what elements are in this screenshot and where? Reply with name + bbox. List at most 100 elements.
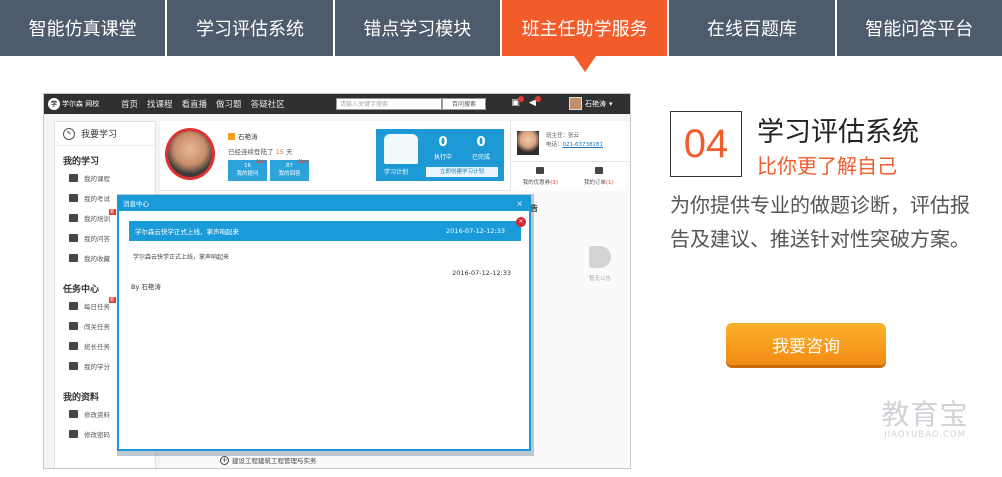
sidebar-item-label: 我的课程 [84, 175, 110, 183]
notification-dot [535, 96, 541, 102]
course-link-label: 建设工程建筑工程管理与实务 [232, 457, 317, 465]
monitor-icon [69, 174, 78, 182]
head-teacher-phone: 电话：021-63738281 [546, 140, 603, 148]
message-body: 学尔森云快学正式上线，掌声响起来 [133, 254, 230, 261]
plan-in-progress-label: 执行中 [433, 154, 452, 161]
tab-learning-assessment[interactable]: 学习评估系统 [167, 0, 335, 56]
tab-error-point-module[interactable]: 错点学习模块 [334, 0, 502, 56]
plus-circle-icon: + [220, 455, 229, 465]
site-search-button[interactable]: 百问搜索 [442, 98, 486, 110]
sidebar-item-label: 修改密码 [84, 431, 110, 439]
nav-qa-community[interactable]: 答疑社区 [251, 98, 285, 110]
close-icon[interactable]: × [516, 199, 523, 208]
message-header[interactable]: 学尔森云快学正式上线，掌声响起来 2016-07-12-12:33 ✕ [129, 217, 526, 241]
calendar-icon [69, 342, 78, 350]
megaphone-icon [589, 246, 611, 268]
modal-title: 消息中心 [123, 200, 149, 208]
tab-smart-simulation-class[interactable]: 智能仿真课堂 [0, 0, 168, 56]
stat-label: 我的回答 [278, 171, 301, 177]
vip-badge-icon [228, 132, 235, 140]
clipboard-icon [69, 194, 78, 202]
nav-exercises[interactable]: 做习题 [216, 98, 242, 110]
user-menu[interactable]: 石艳涛 ▾ [569, 97, 613, 110]
login-suffix: 天 [285, 148, 293, 156]
notice-empty-text: 暂无公告 [588, 276, 611, 282]
login-prefix: 已经连续登陆了 [228, 148, 274, 156]
stat-label: 我的提问 [236, 171, 259, 177]
sidebar-item-label: 我的问答 [84, 235, 110, 243]
notice-empty-state: 暂无公告 [580, 246, 620, 282]
calendar-icon[interactable]: ▣ [510, 96, 524, 109]
watermark-subtitle: JIAOYUBAO.COM [884, 430, 966, 440]
logo-text: 学尔森 网校 [62, 99, 100, 108]
sidebar-item-label: 闯关任务 [84, 323, 110, 331]
tab-smart-qa-platform[interactable]: 智能问答平台 [836, 0, 1002, 56]
dismiss-message-icon[interactable]: ✕ [516, 217, 526, 227]
study-plan-label: 学习计划 [384, 169, 409, 176]
phone-link[interactable]: 021-63738281 [563, 142, 603, 148]
my-coupons-link[interactable]: 我的优惠券(3) [511, 162, 570, 191]
head-teacher-name: 班主任：张云 [546, 133, 580, 139]
message-item: 学尔森云快学正式上线，掌声响起来 2016-07-12-12:33 ✕ 学尔森云… [129, 217, 526, 301]
modal-title-bar: 消息中心 × [119, 197, 529, 211]
consult-button[interactable]: 我要咨询 [726, 323, 886, 365]
new-badge: 新 [109, 297, 116, 303]
coupons-count: (3) [550, 180, 558, 186]
nav-icon-group: ▣ ◀ [510, 96, 541, 109]
my-orders-link[interactable]: 我的订单(1) [570, 162, 629, 191]
tab-online-question-bank[interactable]: 在线百题库 [669, 0, 837, 56]
phone-label: 电话： [546, 142, 563, 148]
head-teacher-panel: 班主任：张云 电话：021-63738281 我的优惠券(3) 我的订单(1) [510, 121, 628, 191]
notification-dot [518, 96, 524, 102]
dropbox-icon [69, 362, 78, 370]
message-author: By 石艳涛 [131, 283, 161, 291]
plan-done-label: 已完成 [471, 154, 490, 161]
sidebar-item-label: 班长任务 [84, 343, 110, 351]
sidebar-section-title: 我的学习 [63, 157, 100, 167]
logo-mark-icon: 学 [48, 98, 60, 110]
nav-live[interactable]: 看直播 [182, 98, 208, 110]
user-avatar [165, 128, 215, 180]
folder-icon [69, 254, 78, 262]
speaker-icon[interactable]: ◀ [527, 96, 541, 109]
sidebar-item-label: 我的考试 [84, 195, 110, 203]
orders-label: 我的订单 [583, 180, 606, 186]
message-center-modal: 消息中心 × 学尔森云快学正式上线，掌声响起来 2016-07-12-12:33… [117, 195, 531, 451]
plan-done-count: 0 [476, 135, 486, 150]
feature-number-box: 04 [670, 111, 742, 177]
profile-name-text: 石艳涛 [238, 133, 258, 141]
stat-my-answers[interactable]: New 87 我的回答 [270, 159, 309, 181]
nav-home[interactable]: 首页 [121, 98, 138, 110]
study-plan-panel: 学习计划 0 执行中 0 已完成 立即创建学习计划 [376, 129, 504, 181]
new-badge: New [298, 159, 309, 165]
tab-head-teacher-service[interactable]: 班主任助学服务 [501, 0, 670, 72]
orders-count: (1) [605, 180, 614, 186]
sidebar-item-label: 我的培训 [84, 215, 110, 223]
sidebar-item-my-courses[interactable]: 我的课程 [55, 168, 155, 188]
account-links: 我的优惠券(3) 我的订单(1) [511, 161, 628, 191]
site-logo[interactable]: 学 学尔森 网校 [48, 97, 112, 111]
feature-tab-bar: 智能仿真课堂 学习评估系统 错点学习模块 班主任助学服务 在线百题库 智能问答平… [0, 0, 1002, 72]
watermark-title: 教育宝 [881, 398, 969, 431]
feature-subtitle: 比你更了解自己 [757, 154, 897, 178]
coupons-label: 我的优惠券 [522, 180, 551, 186]
message-title: 学尔森云快学正式上线，掌声响起来 [135, 228, 239, 236]
stat-my-questions[interactable]: New 16 我的提问 [228, 159, 267, 181]
message-date: 2016-07-12-12:33 [446, 227, 505, 235]
new-badge: 新 [109, 209, 116, 215]
nav-find-course[interactable]: 找课程 [147, 98, 173, 110]
study-plan-icon [384, 134, 418, 164]
chevron-down-icon: ▾ [609, 99, 613, 108]
create-study-plan-button[interactable]: 立即创建学习计划 [426, 167, 498, 177]
course-link[interactable]: + 建设工程建筑工程管理与实务 [220, 455, 317, 465]
watermark: 教育宝 JIAOYUBAO.COM [860, 398, 990, 441]
sidebar-item-label: 我的收藏 [84, 255, 110, 263]
head-teacher-avatar [517, 131, 539, 155]
sidebar-header[interactable]: ✎ 我要学习 [55, 122, 155, 146]
people-icon [69, 214, 78, 222]
user-name: 石艳涛 [585, 99, 606, 108]
feature-title: 学习评估系统 [757, 117, 919, 148]
site-search-input[interactable]: 请输入关键字搜索 [336, 98, 442, 110]
calendar-icon [69, 302, 78, 310]
login-streak: 已经连续登陆了 15 天 [228, 146, 292, 156]
